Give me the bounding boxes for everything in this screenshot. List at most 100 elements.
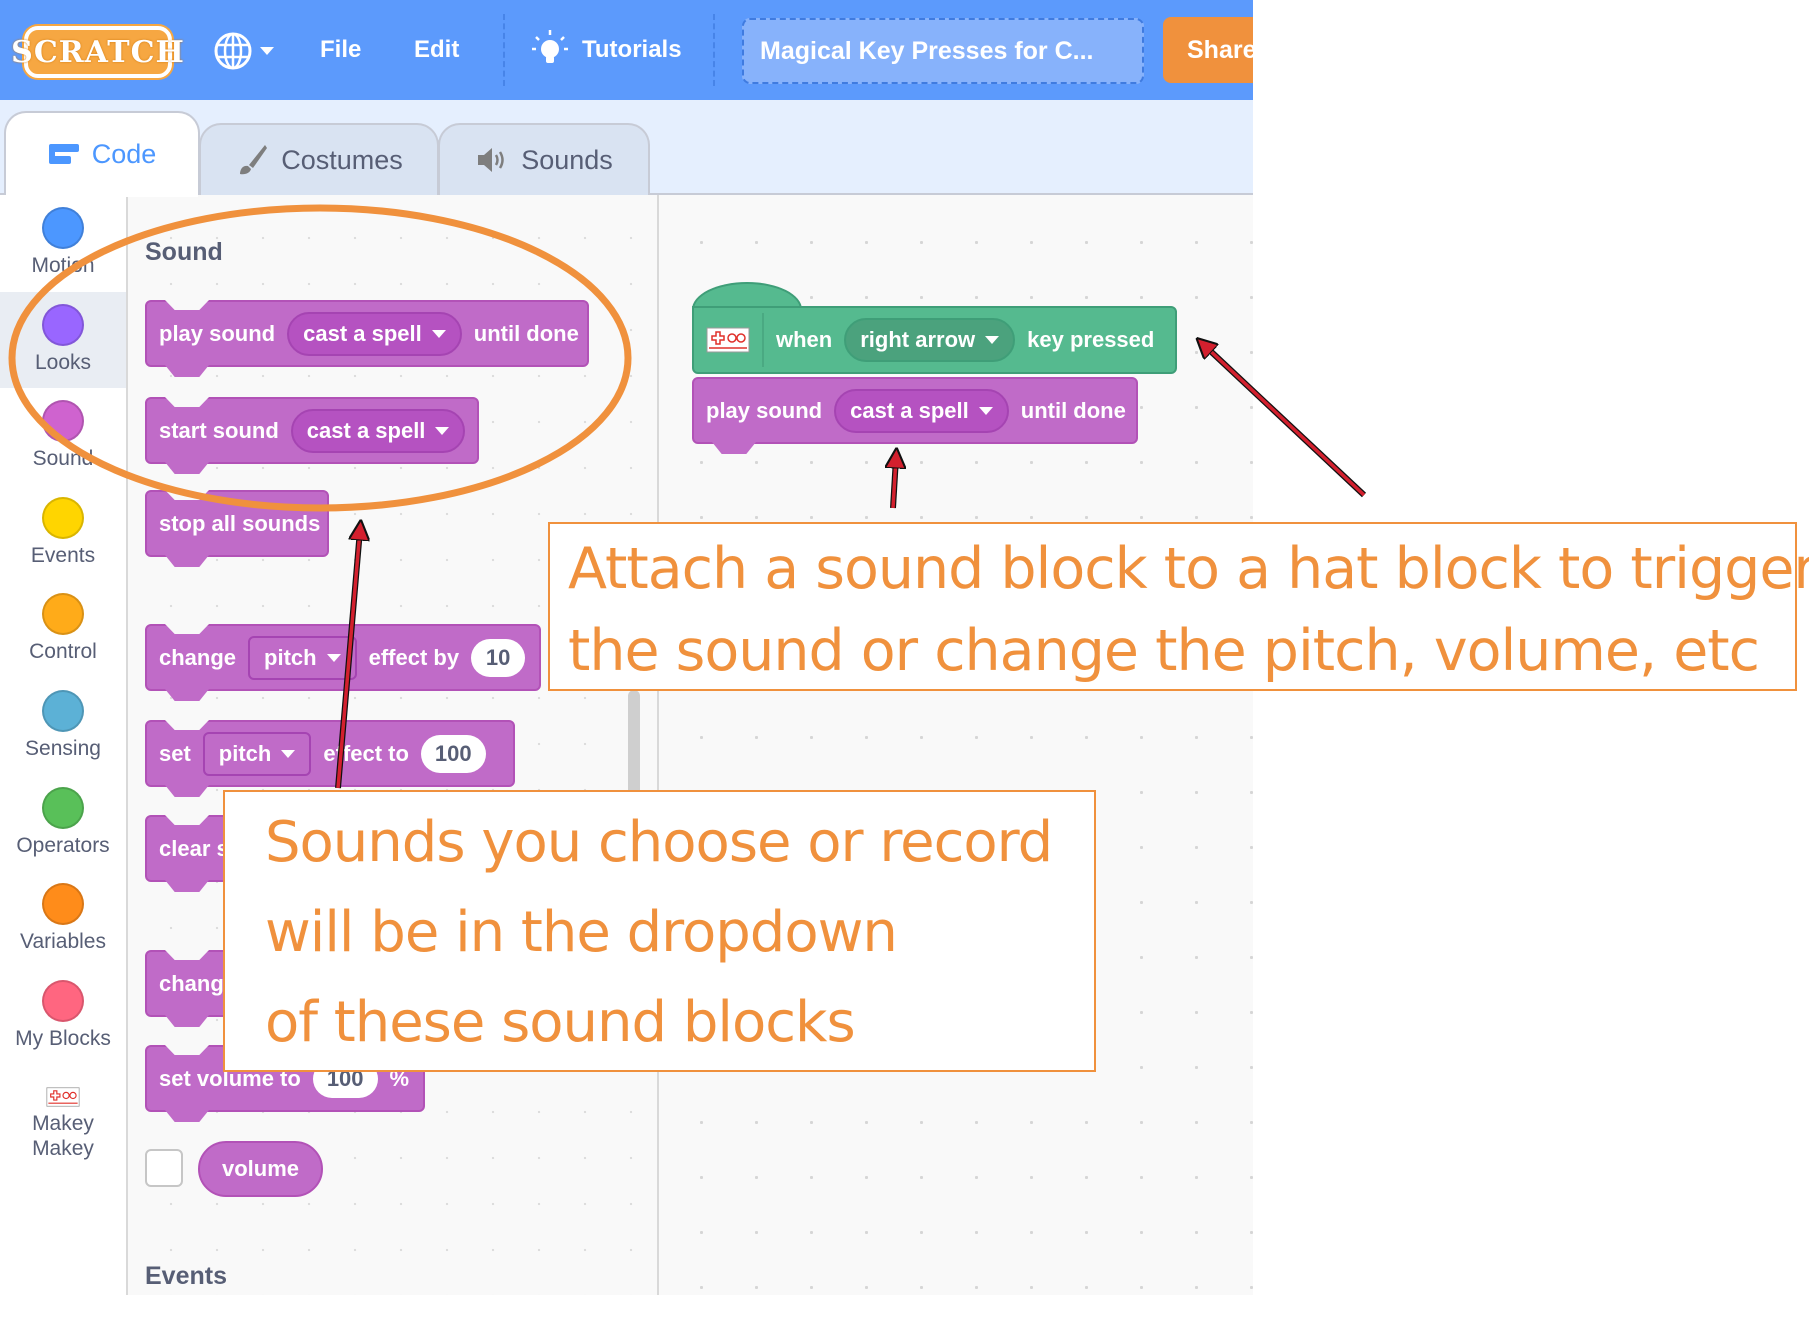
category-control[interactable]: Control xyxy=(0,581,126,677)
dropdown-arrow-icon xyxy=(326,653,341,662)
globe-icon xyxy=(214,32,252,70)
category-my-blocks[interactable]: My Blocks xyxy=(0,968,126,1064)
category-label: Sensing xyxy=(25,737,101,760)
block-text: set xyxy=(159,740,191,766)
block-text: until done xyxy=(1020,397,1126,423)
file-menu[interactable]: File xyxy=(320,36,361,64)
language-menu[interactable] xyxy=(212,30,284,72)
block-text: stop all sounds xyxy=(159,510,321,536)
edit-menu[interactable]: Edit xyxy=(414,36,459,64)
makey-makey-icon xyxy=(706,327,750,353)
editor-tabs: Code Costumes Sounds xyxy=(0,100,1253,197)
category-label: Control xyxy=(29,640,97,663)
category-sound[interactable]: Sound xyxy=(0,388,126,484)
tutorials-button[interactable]: Tutorials xyxy=(530,28,682,72)
dropdown-value: cast a spell xyxy=(303,320,422,346)
speaker-icon xyxy=(478,148,504,172)
volume-monitor-checkbox[interactable] xyxy=(145,1149,183,1187)
block-volume-reporter[interactable]: volume xyxy=(198,1141,324,1197)
sound-dropdown[interactable]: cast a spell xyxy=(287,311,462,356)
category-looks[interactable]: Looks xyxy=(0,292,126,388)
category-label: Motion xyxy=(31,254,95,277)
block-text: until done xyxy=(473,320,579,346)
scratch-logo-text: SCRATCH xyxy=(11,26,184,78)
callout-sound-dropdown: Sounds you choose or record will be in t… xyxy=(223,790,1096,1072)
lightbulb-icon xyxy=(532,30,568,63)
tab-sounds[interactable]: Sounds xyxy=(438,123,650,195)
menu-divider xyxy=(713,14,715,86)
block-text: when xyxy=(776,327,833,352)
category-color-dot-icon xyxy=(42,883,84,925)
category-color-dot-icon xyxy=(42,690,84,732)
palette-scrollbar[interactable] xyxy=(628,690,640,800)
category-color-dot-icon xyxy=(42,207,84,249)
sound-dropdown[interactable]: cast a spell xyxy=(290,408,466,453)
block-text: key pressed xyxy=(1027,327,1155,352)
category-label: Variables xyxy=(20,930,106,953)
block-text: chang xyxy=(159,970,224,996)
menu-bar: SCRATCH File Edit Tutorials Magical Key … xyxy=(0,0,1253,100)
category-makey-makey[interactable]: Makey Makey xyxy=(0,1065,126,1161)
category-operators[interactable]: Operators xyxy=(0,775,126,871)
category-menu: Motion Looks Sound Events Control Sensing Oper… xyxy=(0,195,128,1295)
dropdown-value: cast a spell xyxy=(850,397,969,423)
category-color-dot-icon xyxy=(42,400,84,442)
block-set-effect-to[interactable]: set pitch effect to 100 xyxy=(145,720,515,787)
block-when-key-pressed[interactable]: when right arrow key pressed xyxy=(692,306,1177,374)
tab-code[interactable]: Code xyxy=(4,111,200,197)
callout-line: the sound or change the pitch, volume, e… xyxy=(568,618,1760,684)
callout-line: will be in the dropdown xyxy=(265,900,898,965)
block-play-sound-until-done[interactable]: play sound cast a spell until done xyxy=(145,300,589,367)
share-button[interactable]: Share xyxy=(1163,17,1253,83)
callout-line: Sounds you choose or record xyxy=(265,810,1053,875)
tab-costumes[interactable]: Costumes xyxy=(199,123,439,195)
brush-icon xyxy=(240,145,268,175)
chevron-down-icon xyxy=(260,47,274,55)
category-color-dot-icon xyxy=(42,593,84,635)
tutorials-label: Tutorials xyxy=(582,36,682,63)
dropdown-arrow-icon xyxy=(978,406,993,415)
block-change-effect-by[interactable]: change pitch effect by 10 xyxy=(145,624,541,691)
category-color-dot-icon xyxy=(42,787,84,829)
block-text: play sound xyxy=(706,397,823,423)
code-icon xyxy=(48,144,79,164)
dropdown-arrow-icon xyxy=(435,426,450,435)
category-variables[interactable]: Variables xyxy=(0,871,126,967)
dropdown-arrow-icon xyxy=(985,336,1000,344)
block-text: clear s xyxy=(159,835,229,861)
block-text: effect to xyxy=(323,740,409,766)
category-color-dot-icon xyxy=(42,497,84,539)
menu-divider xyxy=(503,14,505,86)
category-label: Sound xyxy=(32,447,94,470)
dropdown-arrow-icon xyxy=(431,329,446,338)
workspace-block-play-sound[interactable]: play sound cast a spell until done xyxy=(692,377,1138,444)
block-start-sound[interactable]: start sound cast a spell xyxy=(145,397,479,464)
category-color-dot-icon xyxy=(42,980,84,1022)
category-events[interactable]: Events xyxy=(0,485,126,581)
category-sensing[interactable]: Sensing xyxy=(0,678,126,774)
effect-dropdown[interactable]: pitch xyxy=(202,731,312,776)
block-text: change xyxy=(159,644,237,670)
callout-line: of these sound blocks xyxy=(265,990,856,1055)
category-label: Events xyxy=(30,544,96,567)
project-title-input[interactable]: Magical Key Presses for C... xyxy=(742,18,1144,84)
effect-dropdown[interactable]: pitch xyxy=(248,635,357,680)
block-text: start sound xyxy=(159,417,279,443)
scratch-logo[interactable]: SCRATCH xyxy=(11,26,184,78)
palette-section-sound: Sound xyxy=(145,238,223,266)
dropdown-value: pitch xyxy=(218,740,272,766)
makey-makey-icon xyxy=(46,1087,80,1107)
category-color-dot-icon xyxy=(42,304,84,346)
category-label: My Blocks xyxy=(15,1027,111,1050)
dropdown-value: pitch xyxy=(264,644,317,670)
effect-value-input[interactable]: 10 xyxy=(471,638,526,677)
key-dropdown[interactable]: right arrow xyxy=(844,318,1016,362)
category-motion[interactable]: Motion xyxy=(0,195,126,291)
callout-line: Attach a sound block to a hat block to t… xyxy=(568,536,1809,602)
block-text: play sound xyxy=(159,320,276,346)
block-stop-all-sounds[interactable]: stop all sounds xyxy=(145,490,329,557)
sound-dropdown[interactable]: cast a spell xyxy=(834,388,1009,433)
effect-value-input[interactable]: 100 xyxy=(420,734,486,773)
block-text: effect by xyxy=(368,644,460,670)
block-divider xyxy=(762,313,764,367)
